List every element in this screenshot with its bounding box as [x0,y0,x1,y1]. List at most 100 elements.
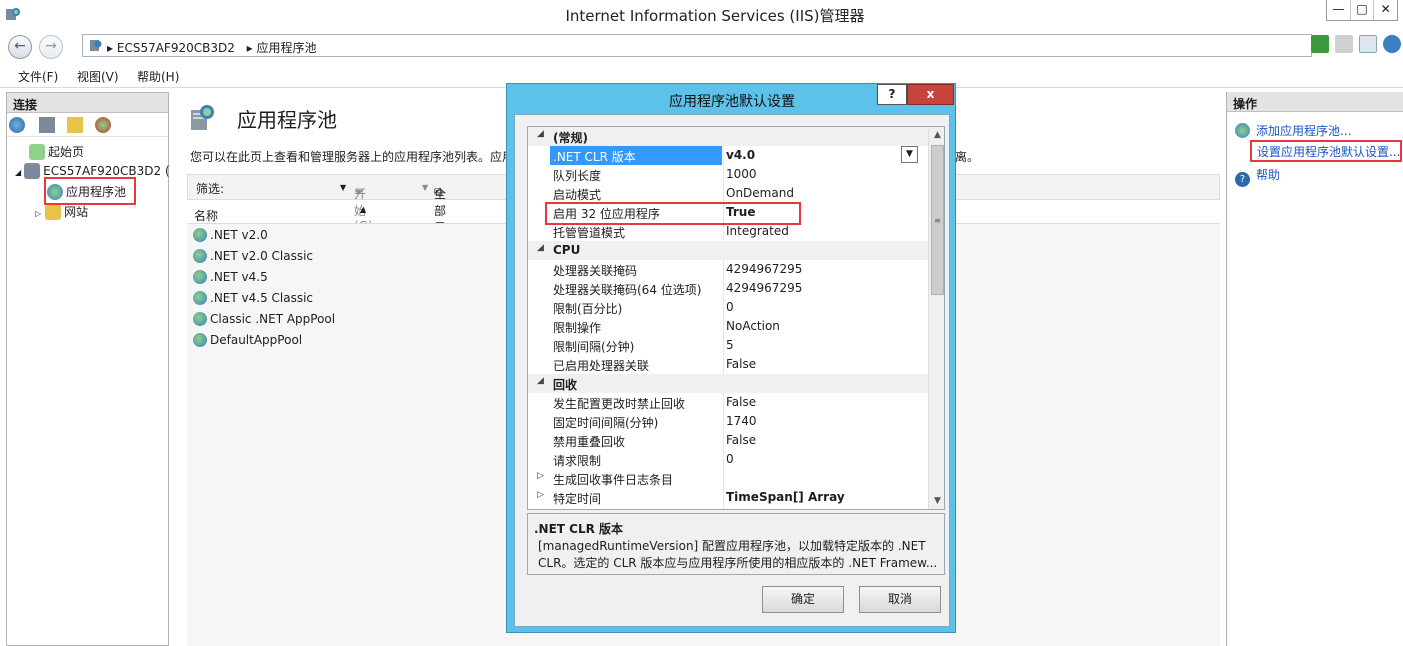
property-value[interactable]: v4.0 [726,148,755,162]
property-row[interactable]: ▷ 特定时间 TimeSpan[] Array [528,488,928,507]
home-icon[interactable] [1359,35,1377,53]
property-value[interactable]: False [726,357,756,371]
save-icon[interactable] [39,117,55,133]
close-window-button[interactable]: ✕ [1373,0,1397,20]
app-pool-row[interactable]: .NET v2.0 Classic [193,249,313,263]
property-value[interactable]: OnDemand [726,186,794,200]
property-value[interactable]: 4294967295 [726,262,802,276]
title-bar: Internet Information Services (IIS)管理器 —… [0,0,1403,30]
property-name: 启动模式 [553,188,602,202]
start-dropdown-icon[interactable]: ▼ [422,183,428,192]
property-row[interactable]: 限制间隔(分钟) 5 [528,336,928,355]
dialog-help-button[interactable]: ? [877,84,907,105]
expand-icon[interactable]: ▷ [537,471,544,481]
property-value[interactable]: Integrated [726,224,789,238]
help-action[interactable]: ? 帮助 [1235,166,1280,187]
property-value[interactable]: False [726,433,756,447]
property-row[interactable]: 限制(百分比) 0 [528,298,928,317]
back-button[interactable]: ← [8,35,32,59]
breadcrumb-app-pools[interactable]: 应用程序池 [257,41,317,55]
property-value[interactable]: 0 [726,452,734,466]
tree-item-sites[interactable]: ▷ 网站 [35,203,88,220]
column-name-header[interactable]: 名称 [194,207,218,224]
back-arrow-icon: ← [14,38,26,54]
property-value[interactable]: 0 [726,300,734,314]
property-row[interactable]: 固定时间间隔(分钟) 1740 [528,412,928,431]
minimize-button[interactable]: — [1327,0,1350,20]
app-pool-icon [193,270,207,284]
property-row[interactable]: 请求限制 0 [528,450,928,469]
app-pool-icon [193,228,207,242]
property-row[interactable]: .NET CLR 版本 v4.0 [528,146,928,165]
help-icon[interactable] [1383,35,1401,53]
property-value[interactable]: 1740 [726,414,757,428]
highlight-enable-32bit [545,202,801,225]
filter-dropdown-icon[interactable]: ▼ [340,183,346,192]
expand-icon[interactable]: ▷ [537,490,544,500]
menu-help[interactable]: 帮助(H) [137,68,179,85]
folder-up-icon[interactable] [67,117,83,133]
menu-view[interactable]: 视图(V) [77,68,119,85]
filter-label: 筛选: [196,182,225,196]
menu-file[interactable]: 文件(F) [18,68,58,85]
property-value[interactable]: 1000 [726,167,757,181]
property-row[interactable]: 禁用重叠回收 False [528,431,928,450]
add-app-pool-action[interactable]: 添加应用程序池... [1235,122,1351,139]
property-value[interactable]: 4294967295 [726,281,802,295]
property-value[interactable]: NoAction [726,319,780,333]
app-pool-row[interactable]: .NET v2.0 [193,228,268,242]
app-pool-row[interactable]: Classic .NET AppPool [193,312,335,326]
address-input[interactable]: ▸ ECS57AF920CB3D2 ▸ 应用程序池 [82,34,1312,57]
app-pool-row[interactable]: DefaultAppPool [193,333,302,347]
connect-icon[interactable] [9,117,25,133]
expanded-arrow-icon[interactable]: ◢ [15,168,21,177]
app-pool-icon [193,291,207,305]
highlight-set-defaults [1250,140,1402,162]
property-category[interactable]: ◢ (常规) [528,127,928,146]
cancel-button[interactable]: 取消 [859,586,941,613]
app-pool-name: .NET v2.0 [210,228,268,242]
maximize-button[interactable]: □ [1349,0,1374,20]
property-row[interactable]: 发生配置更改时禁止回收 False [528,393,928,412]
collapse-icon[interactable]: ◢ [537,243,544,253]
ok-button[interactable]: 确定 [762,586,844,613]
collapse-icon[interactable]: ◢ [537,376,544,386]
property-row[interactable]: 处理器关联掩码 4294967295 [528,260,928,279]
property-category[interactable]: ◢ 回收 [528,374,928,393]
property-row[interactable]: 队列长度 1000 [528,165,928,184]
property-row[interactable]: 限制操作 NoAction [528,317,928,336]
stop-icon[interactable] [1335,35,1353,53]
collapsed-arrow-icon[interactable]: ▷ [35,209,41,218]
property-name: 限制间隔(分钟) [553,340,635,354]
app-pool-icon [193,312,207,326]
property-name: CPU [553,243,581,257]
breadcrumb-separator: ▸ [107,41,114,55]
property-value[interactable]: TimeSpan[] Array [726,490,845,504]
forward-button[interactable]: → [39,35,63,59]
property-value[interactable]: False [726,395,756,409]
property-name: 限制(百分比) [553,302,623,316]
refresh-icon[interactable] [1311,35,1329,53]
property-value[interactable]: 5 [726,338,734,352]
collapse-icon[interactable]: ◢ [537,129,544,139]
property-row[interactable]: ▷ 生成回收事件日志条目 [528,469,928,488]
dialog-close-button[interactable]: x [907,84,954,105]
scroll-thumb[interactable]: ≡ [931,145,944,295]
actions-pane: 操作 添加应用程序池... 设置应用程序池默认设置... ? 帮助 [1226,92,1403,646]
app-pool-row[interactable]: .NET v4.5 Classic [193,291,313,305]
scroll-up-arrow-icon[interactable]: ▲ [929,127,944,143]
app-pool-row[interactable]: .NET v4.5 [193,270,268,284]
property-row[interactable]: 已启用处理器关联 False [528,355,928,374]
tree-item-start-page[interactable]: 起始页 [29,143,84,160]
breadcrumb-server[interactable]: ECS57AF920CB3D2 [117,41,235,55]
property-row[interactable]: 处理器关联掩码(64 位选项) 4294967295 [528,279,928,298]
property-grid-scrollbar[interactable]: ▲ ≡ ▼ [928,127,944,509]
server-icon [88,38,103,53]
disconnect-icon[interactable] [95,117,111,133]
app-pool-name: .NET v4.5 [210,270,268,284]
property-row[interactable]: 启动模式 OnDemand [528,184,928,203]
clr-version-dropdown-button[interactable]: ▼ [901,146,918,163]
connections-title: 连接 [7,93,168,113]
property-category[interactable]: ◢ CPU [528,241,928,260]
scroll-down-arrow-icon[interactable]: ▼ [929,493,944,509]
